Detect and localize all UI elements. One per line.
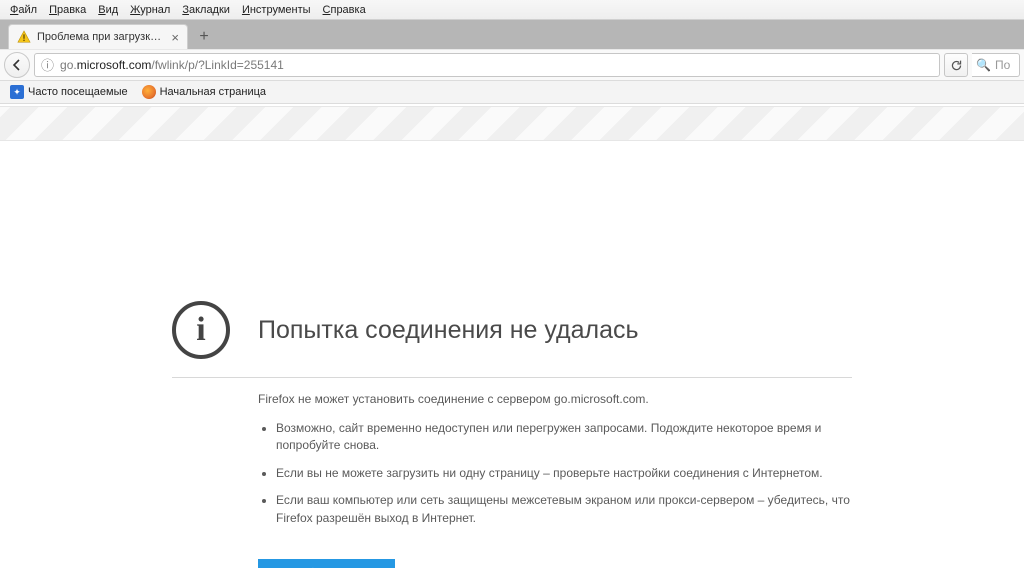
menu-bookmarks[interactable]: Закладки	[176, 2, 236, 18]
search-placeholder: По	[995, 58, 1010, 72]
bookmark-most-visited[interactable]: ✦ Часто посещаемые	[4, 83, 134, 101]
hazard-stripe	[0, 106, 1024, 141]
menu-file[interactable]: Файл	[4, 2, 43, 18]
menu-tools[interactable]: Инструменты	[236, 2, 317, 18]
error-header: Попытка соединения не удалась	[172, 301, 852, 378]
tab-close-button[interactable]: ×	[169, 31, 181, 44]
error-suggestion: Если вы не можете загрузить ни одну стра…	[276, 465, 852, 482]
content-area: Попытка соединения не удалась Firefox не…	[0, 104, 1024, 568]
info-icon[interactable]: ⓘ	[41, 59, 54, 72]
retry-button[interactable]: Попробовать снова	[258, 559, 395, 568]
back-button[interactable]	[4, 52, 30, 78]
bookmarks-toolbar: ✦ Часто посещаемые Начальная страница	[0, 81, 1024, 104]
tab-strip: Проблема при загрузке … × +	[0, 20, 1024, 49]
menu-view[interactable]: Вид	[92, 2, 124, 18]
tab-active[interactable]: Проблема при загрузке … ×	[8, 24, 188, 49]
menu-help[interactable]: Справка	[317, 2, 372, 18]
navigation-toolbar: ⓘ go.microsoft.com/fwlink/p/?LinkId=2551…	[0, 49, 1024, 81]
new-tab-button[interactable]: +	[192, 26, 216, 48]
menu-bar: Файл Правка Вид Журнал Закладки Инструме…	[0, 0, 1024, 20]
reload-icon	[950, 59, 963, 72]
error-suggestion: Возможно, сайт временно недоступен или п…	[276, 420, 852, 455]
firefox-icon	[142, 85, 156, 99]
reload-button[interactable]	[944, 53, 968, 77]
url-text: go.microsoft.com/fwlink/p/?LinkId=255141	[60, 58, 933, 72]
search-icon: 🔍	[976, 58, 991, 72]
error-suggestion: Если ваш компьютер или сеть защищены меж…	[276, 492, 852, 527]
menu-history[interactable]: Журнал	[124, 2, 176, 18]
error-short-desc: Firefox не может установить соединение с…	[258, 392, 852, 406]
error-suggestions: Возможно, сайт временно недоступен или п…	[258, 420, 852, 527]
error-title: Попытка соединения не удалась	[258, 316, 639, 345]
bookmark-label: Начальная страница	[160, 86, 266, 98]
most-visited-icon: ✦	[10, 85, 24, 99]
search-bar[interactable]: 🔍 По	[972, 53, 1020, 77]
bookmark-label: Часто посещаемые	[28, 86, 128, 98]
menu-edit[interactable]: Правка	[43, 2, 92, 18]
url-bar[interactable]: ⓘ go.microsoft.com/fwlink/p/?LinkId=2551…	[34, 53, 940, 77]
info-circle-icon	[172, 301, 230, 359]
net-error-page: Попытка соединения не удалась Firefox не…	[152, 301, 872, 568]
bookmark-start-page[interactable]: Начальная страница	[136, 83, 272, 101]
tab-title: Проблема при загрузке …	[37, 31, 163, 43]
warning-icon	[17, 30, 31, 44]
arrow-left-icon	[11, 59, 23, 71]
